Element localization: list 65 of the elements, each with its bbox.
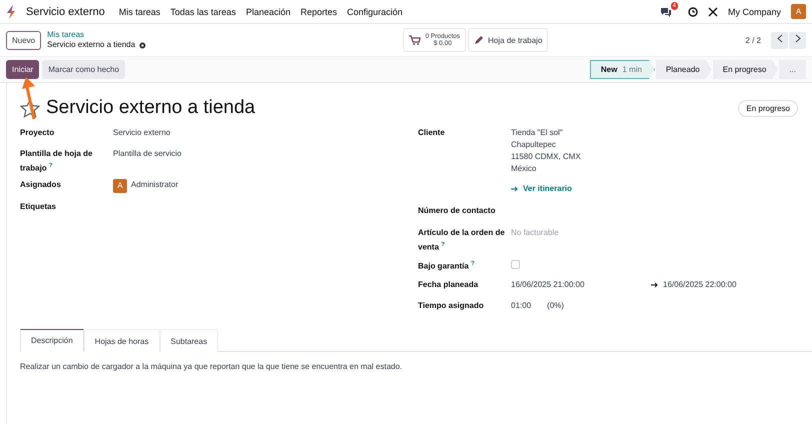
field-label: Número de contacto — [418, 205, 496, 217]
checkbox[interactable] — [511, 260, 520, 269]
tab[interactable]: Descripción — [20, 329, 84, 352]
address-line: Chapultepec — [511, 139, 557, 151]
field-label: Fecha planeada — [418, 279, 480, 291]
field-label: Plantilla de hoja de trabajo $^{?}$ — [20, 148, 94, 175]
chevron-right-icon — [794, 34, 800, 43]
field-label: Cliente — [418, 127, 446, 139]
field-value: 01:00 — [511, 300, 532, 312]
description-text: Realizar un cambio de cargador a la máquina ya que reportan que la que tiene se encuentra en mal estado. — [20, 362, 404, 371]
stage-button[interactable]: Planeado — [656, 60, 712, 79]
app-logo-icon — [6, 4, 16, 18]
address-line: Tienda "El sol" — [511, 127, 564, 139]
action-button[interactable]: Marcar como hecho — [42, 60, 126, 79]
chat-icon[interactable] — [660, 6, 672, 16]
menu-item[interactable]: Reportes — [300, 6, 338, 16]
task-title: Servicio externo a tienda — [46, 97, 256, 119]
field-label: Artículo de la orden de venta $^{?}$ — [418, 227, 506, 254]
menu-item[interactable]: Todas las tareas — [170, 6, 236, 16]
arrow-icon — [511, 186, 519, 192]
field-label: Asignados — [20, 179, 62, 191]
next-button[interactable] — [789, 32, 806, 48]
route-link[interactable]: Ver itinerario — [523, 183, 572, 195]
cart-icon — [409, 35, 422, 45]
stage-button[interactable]: En progreso — [712, 60, 778, 79]
new-button[interactable]: Nuevo — [6, 30, 42, 50]
stage-button[interactable]: New 1 min — [590, 60, 655, 79]
field-label: Proyecto — [20, 127, 56, 139]
address-line: México — [511, 163, 538, 175]
avatar-icon: A — [113, 179, 127, 193]
pencil-icon — [474, 35, 484, 45]
more-stages-button[interactable]: ... — [779, 60, 806, 79]
menu-item[interactable]: Planeación — [246, 6, 290, 16]
menu-item[interactable]: Mis tareas — [118, 6, 160, 16]
clock-icon[interactable] — [688, 6, 698, 16]
pager-counter: 2 / 2 — [745, 36, 761, 44]
status-badge: En progreso — [738, 100, 798, 116]
field-value: (0%) — [547, 300, 564, 312]
app-name: Servicio externo — [26, 6, 105, 18]
field-value: 16/06/2025 22:00:00 — [663, 279, 736, 291]
field-value: Administrator — [131, 179, 178, 191]
field-label: Etiquetas — [20, 201, 58, 213]
sale-order-field[interactable]: No facturable — [511, 227, 606, 239]
help-mark[interactable]: ? — [441, 242, 445, 248]
breadcrumb-link[interactable]: Mis tareas — [47, 30, 146, 40]
help-mark[interactable]: ? — [470, 261, 475, 267]
field-value: 16/06/2025 21:00:00 — [511, 279, 586, 291]
tab[interactable]: Subtareas — [160, 329, 218, 352]
menu-item[interactable]: Configuración — [347, 6, 403, 16]
company-name[interactable]: My Company — [728, 6, 781, 16]
chevron-left-icon — [776, 34, 782, 43]
gear-icon[interactable] — [139, 42, 146, 48]
field-label: Tiempo asignado — [418, 300, 485, 312]
previous-button[interactable] — [771, 32, 788, 48]
user-avatar[interactable]: A — [791, 4, 806, 19]
arrow-icon — [651, 282, 659, 288]
action-button[interactable]: Iniciar — [6, 60, 40, 79]
address-line: 11580 CDMX, CMX — [511, 151, 582, 163]
field-value: Servicio externo — [113, 127, 172, 139]
breadcrumb-current: Servicio externo a tienda — [47, 40, 136, 50]
help-mark[interactable]: ? — [48, 163, 53, 169]
tab[interactable]: Hojas de horas — [84, 329, 160, 352]
worksheet-button[interactable]: Hoja de trabajo — [468, 28, 548, 52]
field-label: Bajo garantía $^{?}$ — [418, 260, 476, 273]
field-value: Plantilla de servicio — [113, 148, 182, 160]
